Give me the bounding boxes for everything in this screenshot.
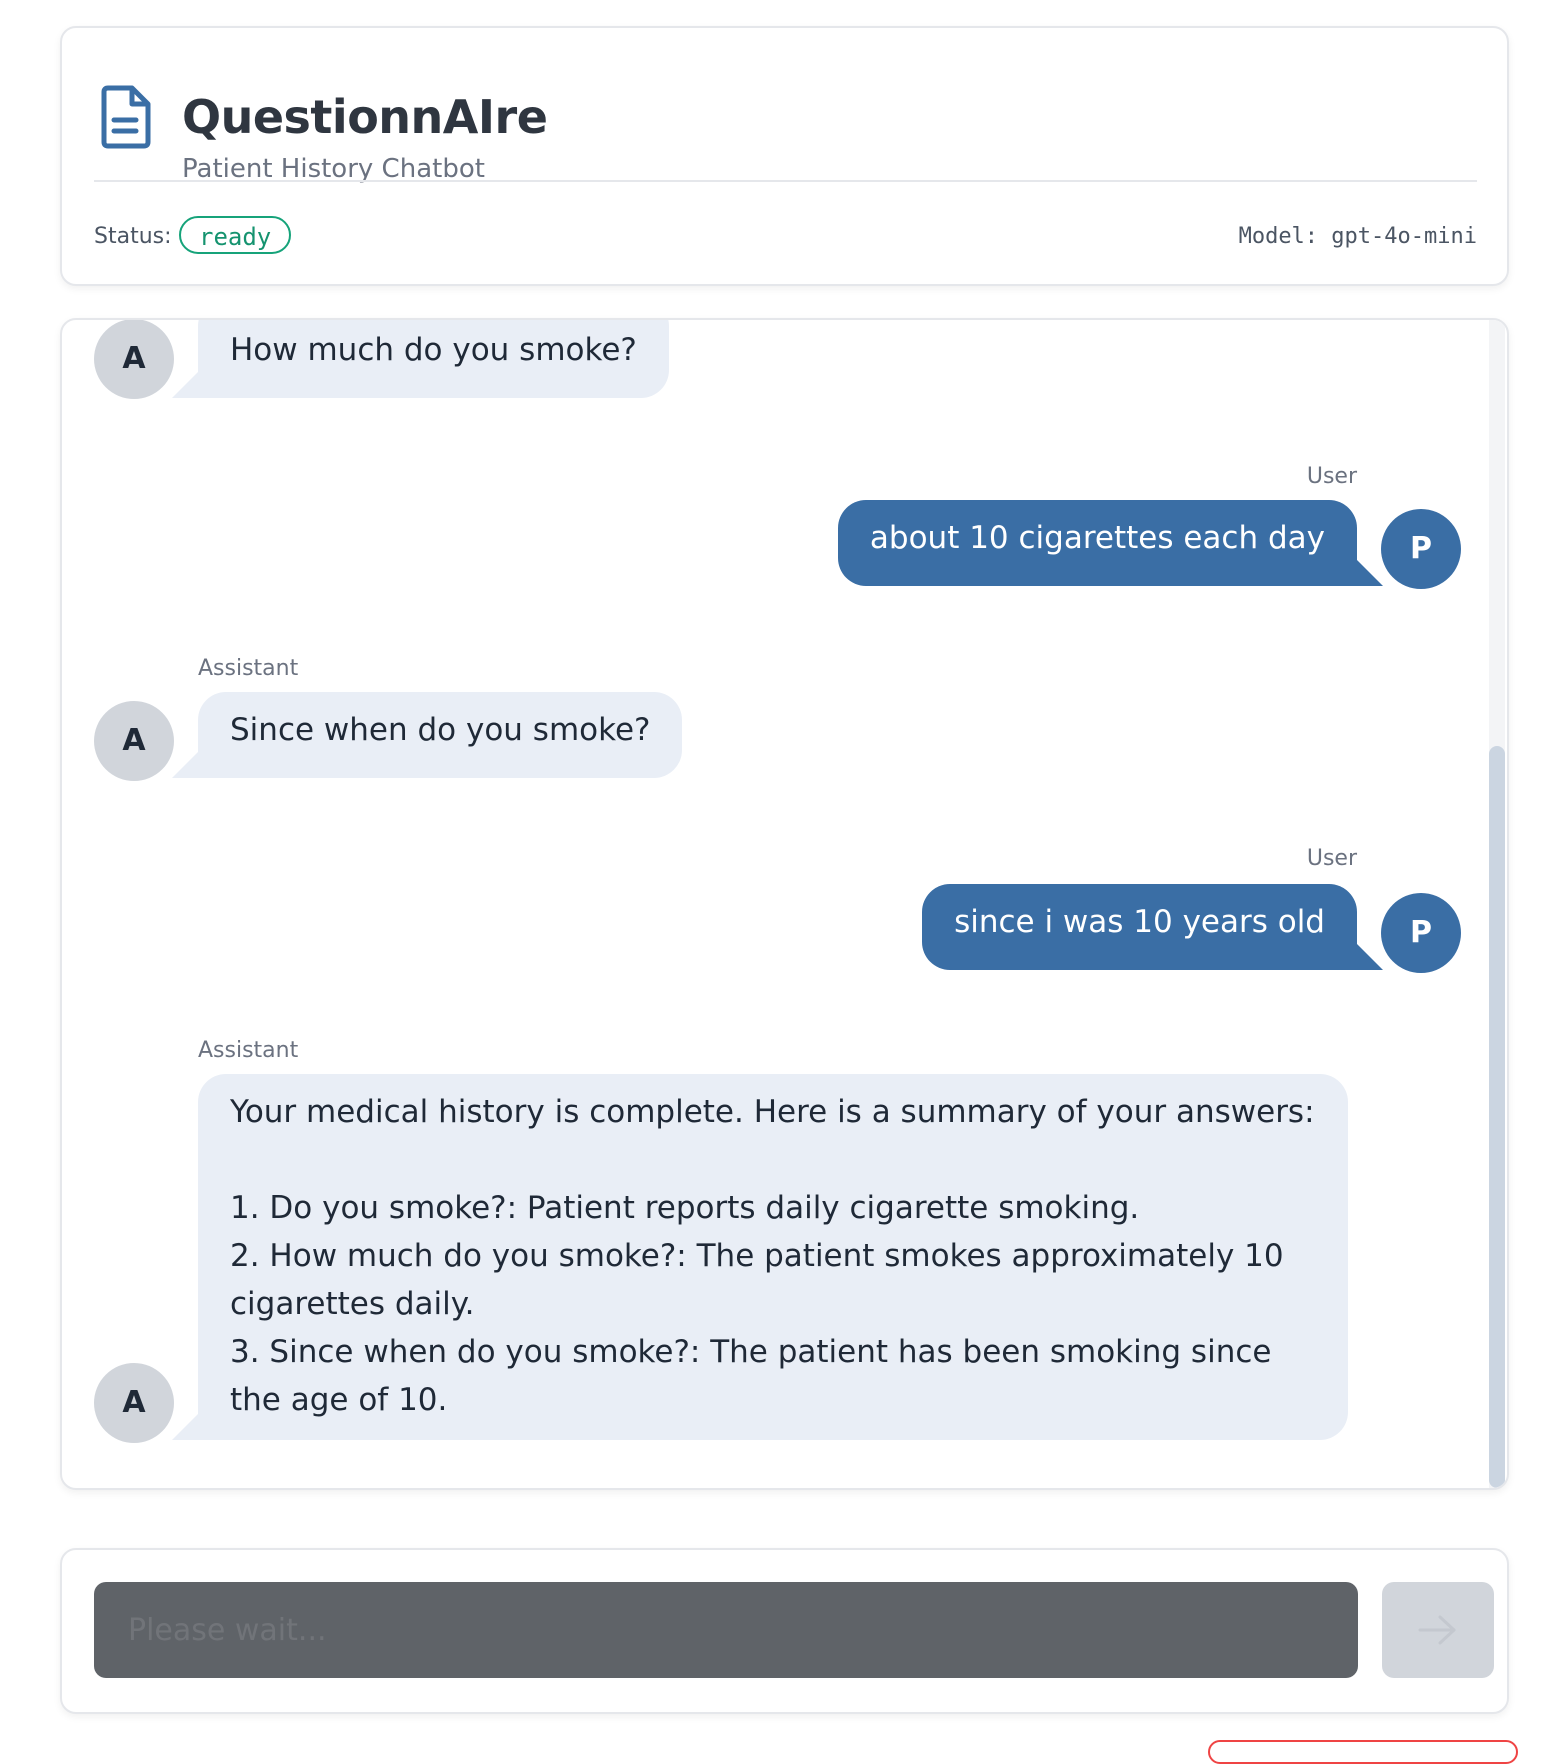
assistant-avatar: A bbox=[94, 701, 174, 781]
user-message: since i was 10 years old bbox=[922, 884, 1357, 970]
app-title: QuestionnAIre bbox=[182, 90, 548, 144]
document-icon bbox=[101, 85, 151, 149]
bubble-tail bbox=[172, 370, 200, 398]
input-card bbox=[60, 1548, 1509, 1714]
bubble-tail bbox=[172, 1412, 200, 1440]
scrollbar-thumb[interactable] bbox=[1489, 746, 1505, 1488]
header-card: QuestionnAIre Patient History Chatbot St… bbox=[60, 26, 1509, 286]
reset-button[interactable] bbox=[1208, 1740, 1518, 1764]
bubble-tail bbox=[1355, 942, 1383, 970]
assistant-message: Since when do you smoke? bbox=[198, 692, 683, 778]
assistant-message: How much do you smoke? bbox=[198, 320, 669, 398]
assistant-avatar: A bbox=[94, 320, 174, 399]
user-avatar: P bbox=[1381, 893, 1461, 973]
model-info: Model: gpt-4o-mini bbox=[1238, 224, 1477, 249]
user-role-label: User bbox=[1306, 846, 1357, 871]
message-input[interactable] bbox=[94, 1582, 1358, 1678]
bubble-tail bbox=[1355, 558, 1383, 586]
assistant-avatar: A bbox=[94, 1363, 174, 1443]
user-role-label: User bbox=[1306, 464, 1357, 489]
send-button[interactable] bbox=[1382, 1582, 1494, 1678]
status-label: Status: bbox=[94, 224, 172, 249]
arrow-right-icon bbox=[1418, 1615, 1456, 1645]
status-badge: ready bbox=[179, 216, 292, 254]
assistant-role-label: Assistant bbox=[198, 1038, 299, 1063]
bubble-tail bbox=[172, 750, 200, 778]
assistant-summary-message: Your medical history is complete. Here i… bbox=[198, 1074, 1348, 1440]
assistant-role-label: Assistant bbox=[198, 656, 299, 681]
chat-panel[interactable]: A How much do you smoke? User about 10 c… bbox=[60, 318, 1509, 1490]
user-avatar: P bbox=[1381, 509, 1461, 589]
header-divider bbox=[94, 180, 1477, 182]
user-message: about 10 cigarettes each day bbox=[837, 500, 1357, 586]
